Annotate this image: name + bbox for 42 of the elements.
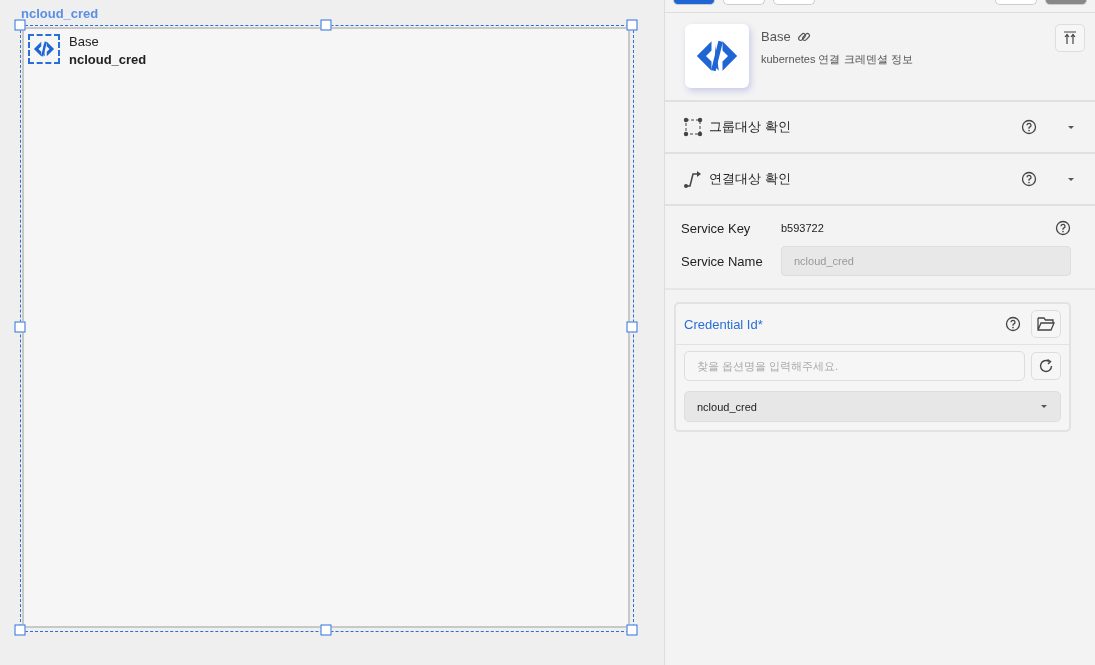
help-icon[interactable] [1021, 119, 1037, 135]
resize-handle[interactable] [626, 321, 638, 333]
folder-icon [1037, 316, 1055, 332]
node-title: ncloud_cred [21, 6, 99, 21]
group-icon [683, 117, 703, 137]
resize-handle[interactable] [14, 624, 26, 636]
credential-select[interactable]: ncloud_cred [684, 391, 1061, 422]
resize-handle[interactable] [320, 624, 332, 636]
arrows-up-icon [1062, 30, 1078, 46]
refresh-icon [1038, 358, 1054, 374]
toolbar-button[interactable] [673, 0, 715, 5]
resize-handle[interactable] [14, 321, 26, 333]
caret-icon [1040, 404, 1048, 409]
node-type: Base [69, 34, 99, 49]
code-logo-icon [685, 24, 749, 88]
route-icon [683, 169, 703, 189]
credential-label: Credential Id* [684, 316, 764, 332]
accordion-section[interactable]: 연결대상 확인 [665, 154, 1095, 206]
help-icon[interactable] [1021, 171, 1037, 187]
refresh-button[interactable] [1031, 352, 1061, 380]
code-icon [28, 34, 60, 64]
toolbar-button[interactable] [1045, 0, 1087, 5]
collapse-all-button[interactable] [1055, 24, 1085, 52]
help-icon[interactable] [1055, 220, 1071, 236]
section-label: 연결대상 확인 [709, 170, 792, 188]
field-label: Service Name [681, 253, 764, 269]
section-label: 그룹대상 확인 [709, 118, 792, 136]
caret-icon [1067, 124, 1075, 130]
caret-icon [1067, 176, 1075, 182]
search-field[interactable]: 찾을 옵션명을 입력해주세요. [684, 351, 1025, 381]
resize-handle[interactable] [14, 19, 26, 31]
resize-handle[interactable] [320, 19, 332, 31]
node-name: ncloud_cred [69, 52, 147, 67]
component-description: kubernetes 연결 크레덴셜 정보 [761, 52, 914, 67]
service-key-value: b593722 [781, 222, 825, 234]
resize-handle[interactable] [626, 624, 638, 636]
component-title: Base [761, 29, 791, 44]
folder-button[interactable] [1031, 310, 1061, 338]
resize-handle[interactable] [626, 19, 638, 31]
help-icon[interactable] [1005, 316, 1021, 332]
field-label: Service Key [681, 220, 752, 236]
accordion-section[interactable]: 그룹대상 확인 [665, 102, 1095, 154]
